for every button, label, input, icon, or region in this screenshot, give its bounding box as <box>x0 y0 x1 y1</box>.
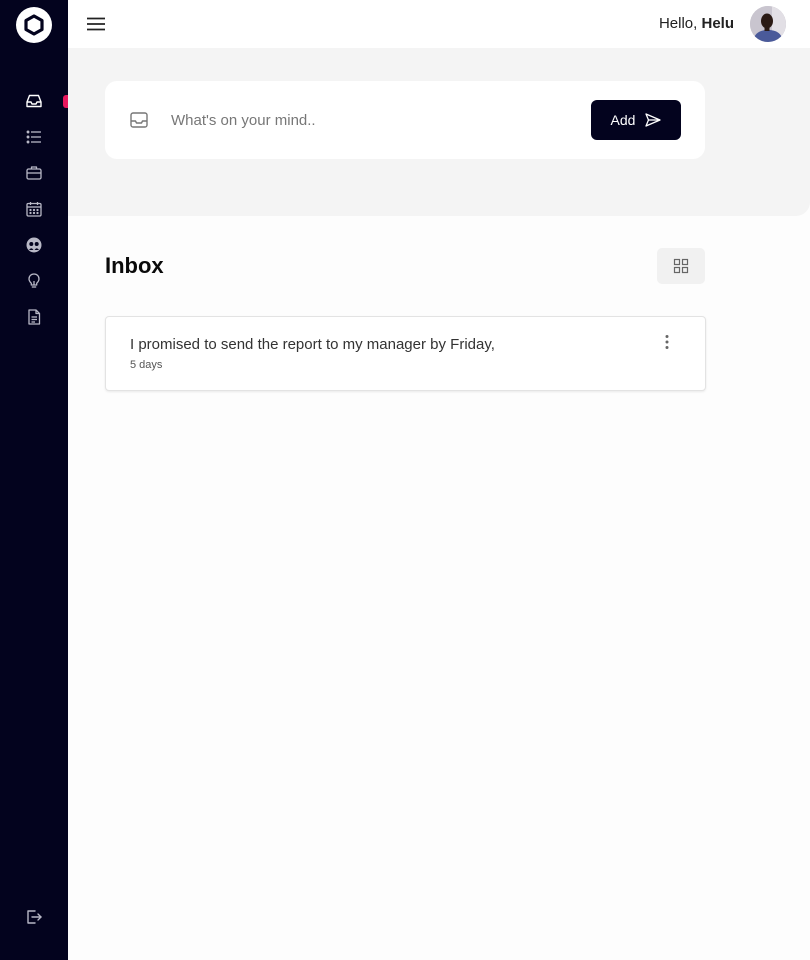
hexagon-logo-icon <box>24 14 44 36</box>
sidebar-item-ideas[interactable] <box>20 267 48 295</box>
user-name: Helu <box>701 15 734 32</box>
list-icon <box>26 130 41 144</box>
sidebar-item-projects[interactable] <box>20 159 48 187</box>
user-avatar-icon <box>750 6 786 42</box>
note-timestamp: 5 days <box>130 359 163 371</box>
briefcase-icon <box>26 166 42 180</box>
document-icon <box>28 309 41 325</box>
send-icon <box>645 113 662 127</box>
sidebar-item-documents[interactable] <box>20 303 48 331</box>
greeting-prefix: Hello, <box>658 15 698 32</box>
logout-icon <box>27 910 42 924</box>
people-icon <box>26 237 42 253</box>
sidebar <box>0 0 68 960</box>
sidebar-item-calendar[interactable] <box>20 195 48 223</box>
add-button-label: Add <box>610 112 636 128</box>
avatar[interactable] <box>750 6 786 42</box>
hamburger-icon <box>87 17 105 31</box>
compose-section: Add <box>68 48 810 216</box>
add-button[interactable]: Add <box>591 100 681 140</box>
compose-input[interactable] <box>171 106 551 134</box>
list-item[interactable]: I promised to send the report to my mana… <box>105 316 706 391</box>
note-text: I promised to send the report to my mana… <box>130 336 495 353</box>
page-title: Inbox <box>105 253 164 278</box>
calendar-icon <box>26 202 42 217</box>
user-greeting: Hello, Helu <box>659 15 734 32</box>
top-bar: Hello, Helu <box>68 0 810 48</box>
inbox-tray-icon <box>130 112 148 128</box>
lightbulb-icon <box>28 273 40 288</box>
compose-card: Add <box>105 81 705 159</box>
sidebar-item-list[interactable] <box>20 123 48 151</box>
more-options-button[interactable] <box>665 332 669 352</box>
grid-view-icon <box>673 258 689 274</box>
sidebar-item-inbox[interactable] <box>20 87 48 115</box>
inbox-icon <box>26 94 42 108</box>
logout-button[interactable] <box>20 903 48 931</box>
more-vertical-icon <box>665 335 669 349</box>
menu-toggle-button[interactable] <box>84 12 108 36</box>
sidebar-item-people[interactable] <box>20 231 48 259</box>
app-logo[interactable] <box>16 7 52 43</box>
grid-view-button[interactable] <box>657 248 705 284</box>
